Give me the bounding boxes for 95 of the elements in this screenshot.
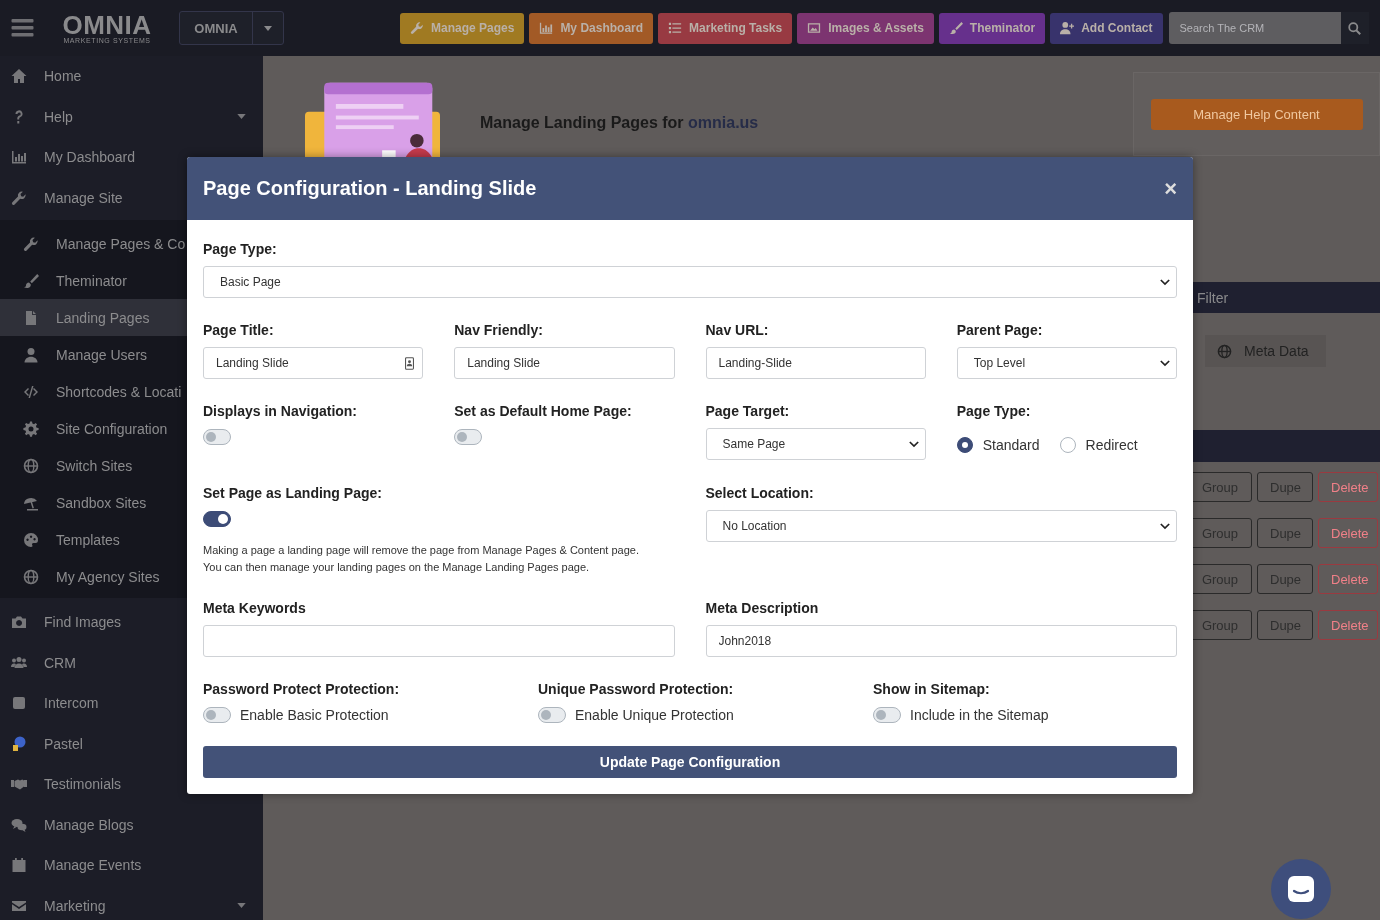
radio-button[interactable] bbox=[956, 436, 973, 453]
field-label: Nav Friendly: bbox=[454, 322, 544, 338]
nav-button[interactable]: Theminator bbox=[938, 12, 1046, 44]
brush-icon bbox=[23, 272, 39, 289]
nav-button[interactable]: Marketing Tasks bbox=[658, 12, 793, 44]
input-field[interactable]: Landing Slide bbox=[454, 347, 675, 379]
code-icon bbox=[23, 383, 39, 400]
user-plus-icon bbox=[1060, 21, 1075, 35]
chevron-icon bbox=[1160, 522, 1170, 530]
sidebar-item[interactable]: Marketing bbox=[0, 885, 263, 920]
update-button[interactable]: Update Page Configuration bbox=[203, 746, 1177, 778]
field-label: Displays in Navigation: bbox=[203, 403, 359, 419]
menu-icon[interactable] bbox=[11, 19, 34, 37]
sidebar-subitem[interactable]: Switch Sites bbox=[0, 447, 263, 484]
field-label: Page Type: bbox=[203, 241, 278, 257]
radio-label: Standard bbox=[982, 436, 1040, 453]
toggle-label: Enable Unique Protection bbox=[575, 707, 734, 723]
wrench-icon bbox=[11, 189, 27, 206]
sidebar-item[interactable]: CRM bbox=[0, 642, 263, 683]
bar-chart-icon bbox=[539, 21, 554, 35]
chevron-icon bbox=[1160, 278, 1170, 286]
search-button[interactable] bbox=[1340, 12, 1369, 44]
row-action-button[interactable]: Delete bbox=[1318, 472, 1378, 502]
row-action-button[interactable]: Delete bbox=[1318, 564, 1378, 594]
chevron-icon bbox=[908, 440, 919, 448]
toggle-switch[interactable] bbox=[873, 707, 901, 723]
field-label: Page Target: bbox=[705, 403, 791, 419]
search-field[interactable]: Search The CRM bbox=[1168, 12, 1341, 44]
filter-heading: Filter bbox=[1197, 289, 1229, 306]
contact-card-icon bbox=[405, 356, 415, 370]
pastel-icon bbox=[11, 735, 27, 752]
input-field[interactable]: Landing-Slide bbox=[705, 347, 926, 379]
calendar-icon bbox=[11, 857, 27, 874]
field-label: Page Type: bbox=[956, 403, 1032, 419]
caret-icon bbox=[264, 25, 272, 31]
bar-chart-icon bbox=[11, 149, 27, 166]
wrench-icon bbox=[23, 235, 39, 252]
field-label: Password Protect Protection: bbox=[203, 681, 401, 697]
field-label: Nav URL: bbox=[705, 322, 770, 338]
sidebar-item[interactable]: Manage Blogs bbox=[0, 804, 263, 845]
toggle-switch[interactable] bbox=[454, 429, 483, 445]
select-field[interactable]: No Location bbox=[705, 510, 1177, 542]
input-field[interactable]: Landing Slide bbox=[203, 347, 424, 379]
select-field[interactable]: Same Page bbox=[705, 428, 926, 460]
toggle-switch[interactable] bbox=[203, 429, 231, 445]
chat-icon bbox=[1286, 874, 1316, 904]
file-icon bbox=[23, 309, 39, 326]
field-label: Meta Description bbox=[705, 600, 820, 616]
user-icon bbox=[23, 346, 39, 363]
sidebar-item[interactable]: My Dashboard bbox=[0, 137, 263, 178]
wrench-icon bbox=[410, 21, 424, 35]
globe-icon bbox=[23, 457, 39, 474]
select-field[interactable]: Top Level bbox=[956, 347, 1177, 379]
toggle-switch[interactable] bbox=[203, 511, 231, 527]
modal-title: Page Configuration - Landing Slide bbox=[203, 177, 537, 200]
toggle-switch[interactable] bbox=[203, 707, 231, 723]
list-icon bbox=[668, 21, 683, 35]
field-label: Set Page as Landing Page: bbox=[203, 485, 383, 501]
field-label: Show in Sitemap: bbox=[873, 681, 991, 697]
radio-label: Redirect bbox=[1085, 436, 1138, 453]
home-icon bbox=[11, 68, 27, 85]
sidebar-item[interactable]: Home bbox=[0, 56, 263, 97]
toggle-label: Enable Basic Protection bbox=[240, 707, 389, 723]
palette-icon bbox=[23, 531, 39, 548]
toggle-label: Include in the Sitemap bbox=[910, 707, 1049, 723]
chevron-icon bbox=[1160, 359, 1170, 367]
image-icon bbox=[807, 21, 822, 35]
nav-button[interactable]: Images & Assets bbox=[797, 12, 934, 44]
comments-icon bbox=[11, 816, 27, 833]
sidebar-item[interactable]: Manage Events bbox=[0, 845, 263, 886]
close-button[interactable]: × bbox=[1164, 177, 1177, 200]
brush-icon bbox=[948, 21, 963, 35]
input-field[interactable] bbox=[203, 625, 675, 657]
field-label: Parent Page: bbox=[956, 322, 1044, 338]
field-label: Select Location: bbox=[705, 485, 815, 501]
input-field[interactable]: John2018 bbox=[705, 625, 1177, 657]
gear-icon bbox=[23, 420, 39, 437]
nav-button[interactable]: Add Contact bbox=[1050, 12, 1163, 44]
users-icon bbox=[11, 654, 27, 671]
toggle-switch[interactable] bbox=[538, 707, 566, 723]
field-label: Unique Password Protection: bbox=[538, 681, 735, 697]
row-action-button[interactable]: Delete bbox=[1318, 610, 1378, 640]
camera-icon bbox=[11, 614, 27, 631]
help-text: Making a page a landing page will remove the page from Manage Pages & Content page. You can then manage your landing pages on the Manage Landing Pages page. bbox=[203, 543, 640, 575]
select-field[interactable]: Basic Page bbox=[203, 266, 1177, 298]
field-label: Set as Default Home Page: bbox=[454, 403, 633, 419]
search-icon bbox=[1348, 21, 1361, 35]
field-label: Meta Keywords bbox=[203, 600, 307, 616]
help-content-button[interactable]: Manage Help Content bbox=[1150, 98, 1363, 130]
globe-icon bbox=[23, 568, 39, 585]
logo-wordmark: OMNIA bbox=[62, 12, 152, 37]
chat-button[interactable] bbox=[1271, 859, 1331, 919]
row-action-button[interactable]: Delete bbox=[1318, 518, 1378, 548]
sidebar-item[interactable]: Help bbox=[0, 96, 263, 137]
globe-icon bbox=[1217, 343, 1232, 359]
